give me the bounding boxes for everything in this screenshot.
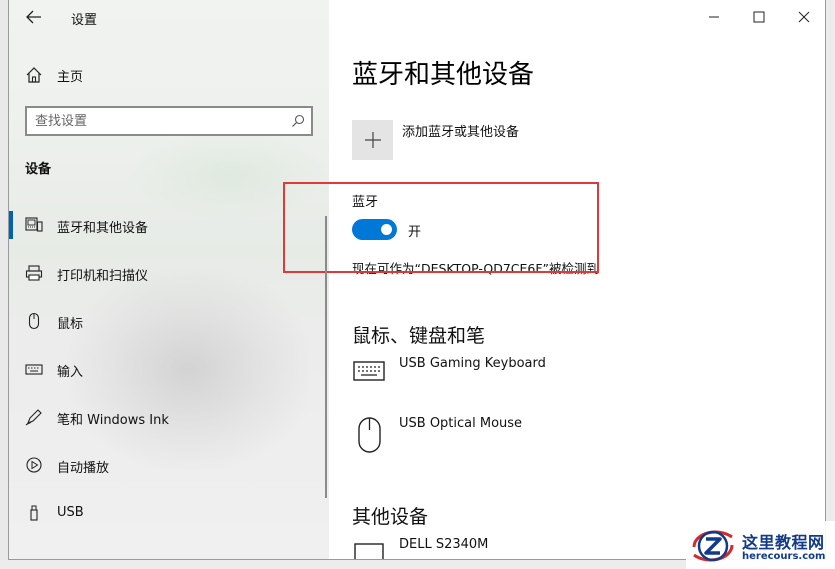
sidebar-item-autoplay[interactable]: 自动播放 <box>9 443 325 487</box>
sidebar: 设置 主页 设备 <box>9 0 329 559</box>
mouse-device-icon <box>358 417 381 453</box>
watermark-logo-icon <box>692 530 734 562</box>
sidebar-item-typing[interactable]: 输入 <box>9 347 325 391</box>
sidebar-item-home[interactable]: 主页 <box>9 58 329 90</box>
discoverable-text: 现在可作为“DESKTOP-QD7CE6F”被检测到 <box>352 261 600 276</box>
monitor-device-icon <box>354 543 384 559</box>
autoplay-icon <box>26 457 42 473</box>
sidebar-item-label: 自动播放 <box>57 461 110 476</box>
watermark: 这里教程网 herecours.com <box>686 521 835 569</box>
settings-window: 设置 主页 设备 <box>8 0 826 560</box>
home-icon <box>26 67 42 83</box>
back-button[interactable] <box>19 4 49 30</box>
sidebar-scrollbar[interactable] <box>325 216 327 498</box>
maximize-button[interactable] <box>737 4 781 30</box>
add-device-label[interactable]: 添加蓝牙或其他设备 <box>402 121 519 140</box>
maximize-icon <box>753 11 765 23</box>
device-name: USB Gaming Keyboard <box>399 356 546 371</box>
plus-icon <box>364 132 381 148</box>
toggle-knob <box>381 224 392 235</box>
page-title: 蓝牙和其他设备 <box>352 60 535 90</box>
sidebar-item-pen[interactable]: 笔和 Windows Ink <box>9 395 325 439</box>
sidebar-item-printers[interactable]: 打印机和扫描仪 <box>9 251 325 295</box>
keyboard-device-icon <box>353 361 385 381</box>
printer-icon <box>25 265 43 281</box>
close-button[interactable] <box>782 4 825 30</box>
section-title-mouse-keyboard-pen: 鼠标、键盘和笔 <box>352 325 486 347</box>
watermark-title: 这里教程网 <box>742 533 825 552</box>
app-title: 设置 <box>71 13 98 28</box>
pen-icon <box>25 409 42 426</box>
sidebar-section-title: 设备 <box>25 162 52 177</box>
usb-icon <box>30 505 38 521</box>
main-content: 蓝牙和其他设备 添加蓝牙或其他设备 蓝牙 开 现在可作为“DESKTOP-QD7… <box>283 0 825 559</box>
device-name: USB Optical Mouse <box>399 416 523 431</box>
add-device-button[interactable] <box>352 120 393 160</box>
sidebar-item-bluetooth[interactable]: 蓝牙和其他设备 <box>9 203 325 247</box>
keyboard-icon <box>25 364 43 375</box>
sidebar-item-label: 主页 <box>57 70 84 85</box>
section-title-other-devices: 其他设备 <box>352 506 429 528</box>
close-icon <box>798 11 810 23</box>
sidebar-item-label: 输入 <box>57 365 84 380</box>
mouse-icon <box>28 312 40 330</box>
sidebar-item-label: 蓝牙和其他设备 <box>57 221 149 236</box>
watermark-url: herecours.com <box>742 551 826 562</box>
search-icon[interactable] <box>291 114 305 128</box>
device-item-keyboard[interactable]: USB Gaming Keyboard <box>352 356 792 406</box>
sidebar-item-label: 笔和 Windows Ink <box>57 413 169 428</box>
sidebar-item-label: 鼠标 <box>57 317 84 332</box>
sidebar-item-label: 打印机和扫描仪 <box>57 269 149 284</box>
sidebar-item-usb[interactable]: USB <box>9 491 325 535</box>
search-input[interactable] <box>35 112 275 130</box>
bluetooth-devices-icon <box>25 217 43 232</box>
bluetooth-label: 蓝牙 <box>352 195 379 210</box>
device-item-mouse[interactable]: USB Optical Mouse <box>352 416 792 466</box>
bluetooth-toggle[interactable] <box>352 219 397 240</box>
minimize-button[interactable] <box>692 4 736 30</box>
device-name: DELL S2340M <box>399 537 489 552</box>
sidebar-item-mouse[interactable]: 鼠标 <box>9 299 325 343</box>
arrow-left-icon <box>26 10 41 24</box>
sidebar-item-label: USB <box>57 505 84 520</box>
minimize-icon <box>709 16 719 18</box>
bluetooth-state-text: 开 <box>408 225 422 240</box>
search-box[interactable] <box>25 106 313 136</box>
desktop-backdrop-right <box>826 0 835 569</box>
